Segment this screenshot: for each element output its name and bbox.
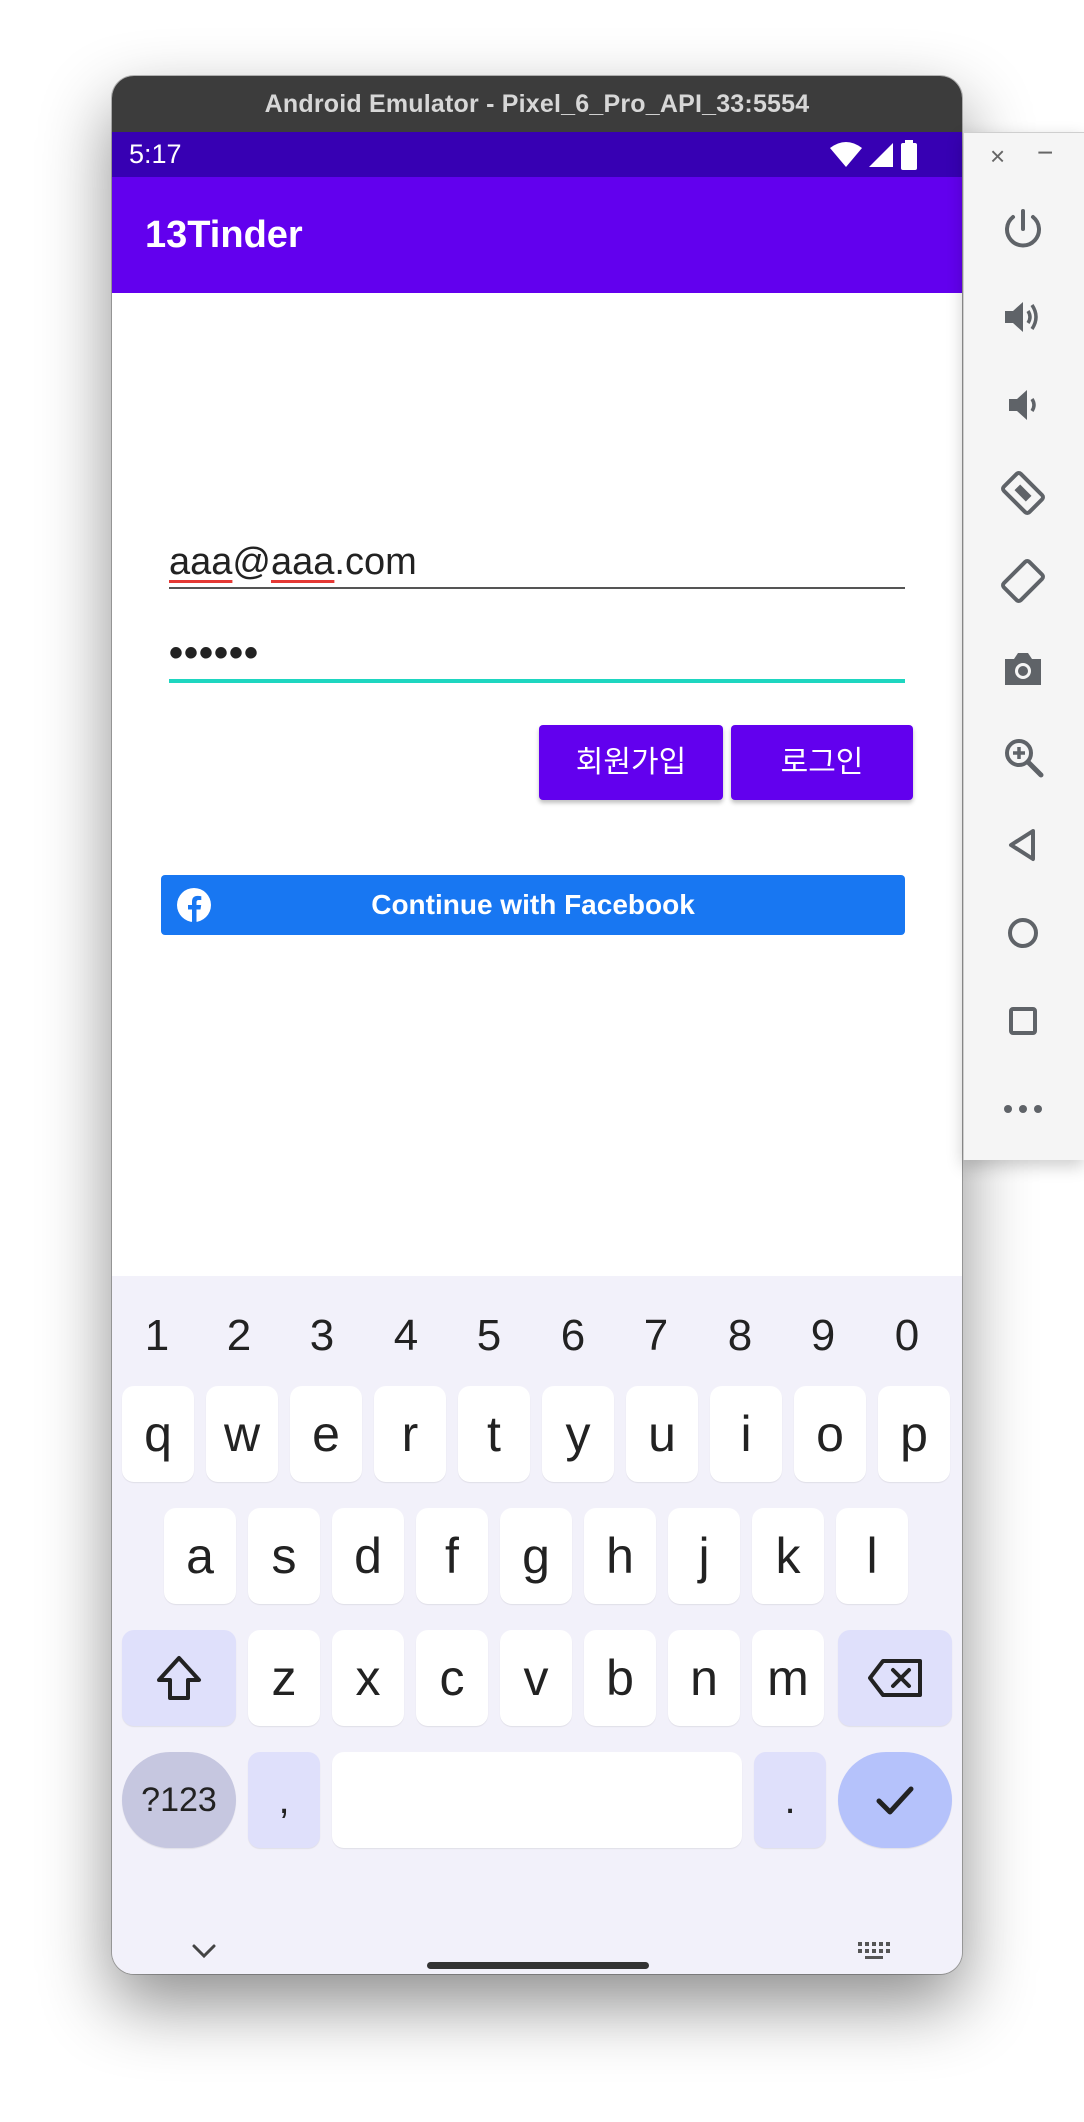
- symbols-key[interactable]: ?123: [122, 1752, 236, 1848]
- signal-icon: [869, 143, 893, 167]
- key-8[interactable]: 8: [710, 1306, 770, 1366]
- key-n[interactable]: n: [668, 1630, 740, 1726]
- facebook-button-label: Continue with Facebook: [371, 889, 695, 920]
- app-bar: 13Tinder: [112, 177, 962, 293]
- key-u[interactable]: u: [626, 1386, 698, 1482]
- email-part-4: .com: [334, 541, 417, 583]
- facebook-login-button[interactable]: Continue with Facebook: [161, 875, 905, 935]
- soft-keyboard: 1 2 3 4 5 6 7 8 9 0 q w e r t y u i o p …: [112, 1276, 962, 1974]
- key-m[interactable]: m: [752, 1630, 824, 1726]
- key-j[interactable]: j: [668, 1508, 740, 1604]
- facebook-icon: [177, 888, 211, 922]
- key-x[interactable]: x: [332, 1630, 404, 1726]
- key-e[interactable]: e: [290, 1386, 362, 1482]
- key-s[interactable]: s: [248, 1508, 320, 1604]
- space-key[interactable]: [332, 1752, 742, 1848]
- key-v[interactable]: v: [500, 1630, 572, 1726]
- chevron-down-icon[interactable]: [190, 1942, 218, 1960]
- key-d[interactable]: d: [332, 1508, 404, 1604]
- key-q[interactable]: q: [122, 1386, 194, 1482]
- navigation-bar: [112, 1896, 962, 1974]
- email-field[interactable]: aaa@aaa.com: [169, 539, 905, 589]
- key-5[interactable]: 5: [459, 1306, 519, 1366]
- login-screen: aaa@aaa.com •••••• 회원가입 로그인 Continue wit…: [112, 293, 962, 1353]
- key-9[interactable]: 9: [793, 1306, 853, 1366]
- key-z[interactable]: z: [248, 1630, 320, 1726]
- close-icon[interactable]: ×: [990, 141, 1005, 172]
- period-key[interactable]: .: [754, 1752, 826, 1848]
- volume-up-icon[interactable]: [997, 291, 1049, 343]
- key-o[interactable]: o: [794, 1386, 866, 1482]
- emulator-side-panel: × −: [963, 132, 1084, 1160]
- key-i[interactable]: i: [710, 1386, 782, 1482]
- volume-down-icon[interactable]: [997, 379, 1049, 431]
- email-part-3: aaa: [270, 541, 335, 583]
- home-icon[interactable]: [997, 907, 1049, 959]
- key-4[interactable]: 4: [376, 1306, 436, 1366]
- password-field[interactable]: ••••••: [169, 633, 905, 683]
- login-button[interactable]: 로그인: [731, 725, 913, 800]
- key-c[interactable]: c: [416, 1630, 488, 1726]
- camera-icon[interactable]: [997, 643, 1049, 695]
- app-title: 13Tinder: [145, 214, 303, 256]
- comma-key[interactable]: ,: [248, 1752, 320, 1848]
- key-b[interactable]: b: [584, 1630, 656, 1726]
- key-w[interactable]: w: [206, 1386, 278, 1482]
- window-title: Android Emulator - Pixel_6_Pro_API_33:55…: [112, 76, 962, 132]
- key-k[interactable]: k: [752, 1508, 824, 1604]
- key-g[interactable]: g: [500, 1508, 572, 1604]
- status-time: 5:17: [129, 139, 182, 169]
- backspace-key[interactable]: [838, 1630, 952, 1726]
- key-f[interactable]: f: [416, 1508, 488, 1604]
- key-y[interactable]: y: [542, 1386, 614, 1482]
- key-p[interactable]: p: [878, 1386, 950, 1482]
- status-bar: 5:17: [112, 132, 962, 177]
- wifi-icon: [830, 142, 862, 167]
- number-row: 1 2 3 4 5 6 7 8 9 0: [112, 1306, 962, 1366]
- key-h[interactable]: h: [584, 1508, 656, 1604]
- power-icon[interactable]: [997, 203, 1049, 255]
- key-2[interactable]: 2: [209, 1306, 269, 1366]
- done-key[interactable]: [838, 1752, 952, 1848]
- key-r[interactable]: r: [374, 1386, 446, 1482]
- key-0[interactable]: 0: [877, 1306, 937, 1366]
- zoom-icon[interactable]: [997, 731, 1049, 783]
- email-part-2: @: [232, 541, 271, 583]
- backspace-icon: [868, 1659, 922, 1697]
- rotate-left-icon[interactable]: [997, 467, 1049, 519]
- key-6[interactable]: 6: [543, 1306, 603, 1366]
- rotate-right-icon[interactable]: [997, 555, 1049, 607]
- key-a[interactable]: a: [164, 1508, 236, 1604]
- battery-icon: [901, 140, 917, 170]
- more-icon[interactable]: [997, 1083, 1049, 1135]
- email-part-1: aaa: [169, 541, 233, 583]
- emulator-window: Android Emulator - Pixel_6_Pro_API_33:55…: [112, 76, 962, 1974]
- back-icon[interactable]: [997, 819, 1049, 871]
- key-l[interactable]: l: [836, 1508, 908, 1604]
- key-3[interactable]: 3: [292, 1306, 352, 1366]
- keyboard-switch-icon[interactable]: [857, 1940, 891, 1962]
- signup-button[interactable]: 회원가입: [539, 725, 723, 800]
- key-t[interactable]: t: [458, 1386, 530, 1482]
- shift-key[interactable]: [122, 1630, 236, 1726]
- check-icon: [876, 1786, 914, 1815]
- shift-icon: [157, 1656, 201, 1700]
- minimize-icon[interactable]: −: [1037, 137, 1053, 169]
- key-7[interactable]: 7: [626, 1306, 686, 1366]
- key-1[interactable]: 1: [127, 1306, 187, 1366]
- home-gesture-handle[interactable]: [427, 1962, 649, 1969]
- overview-icon[interactable]: [997, 995, 1049, 1047]
